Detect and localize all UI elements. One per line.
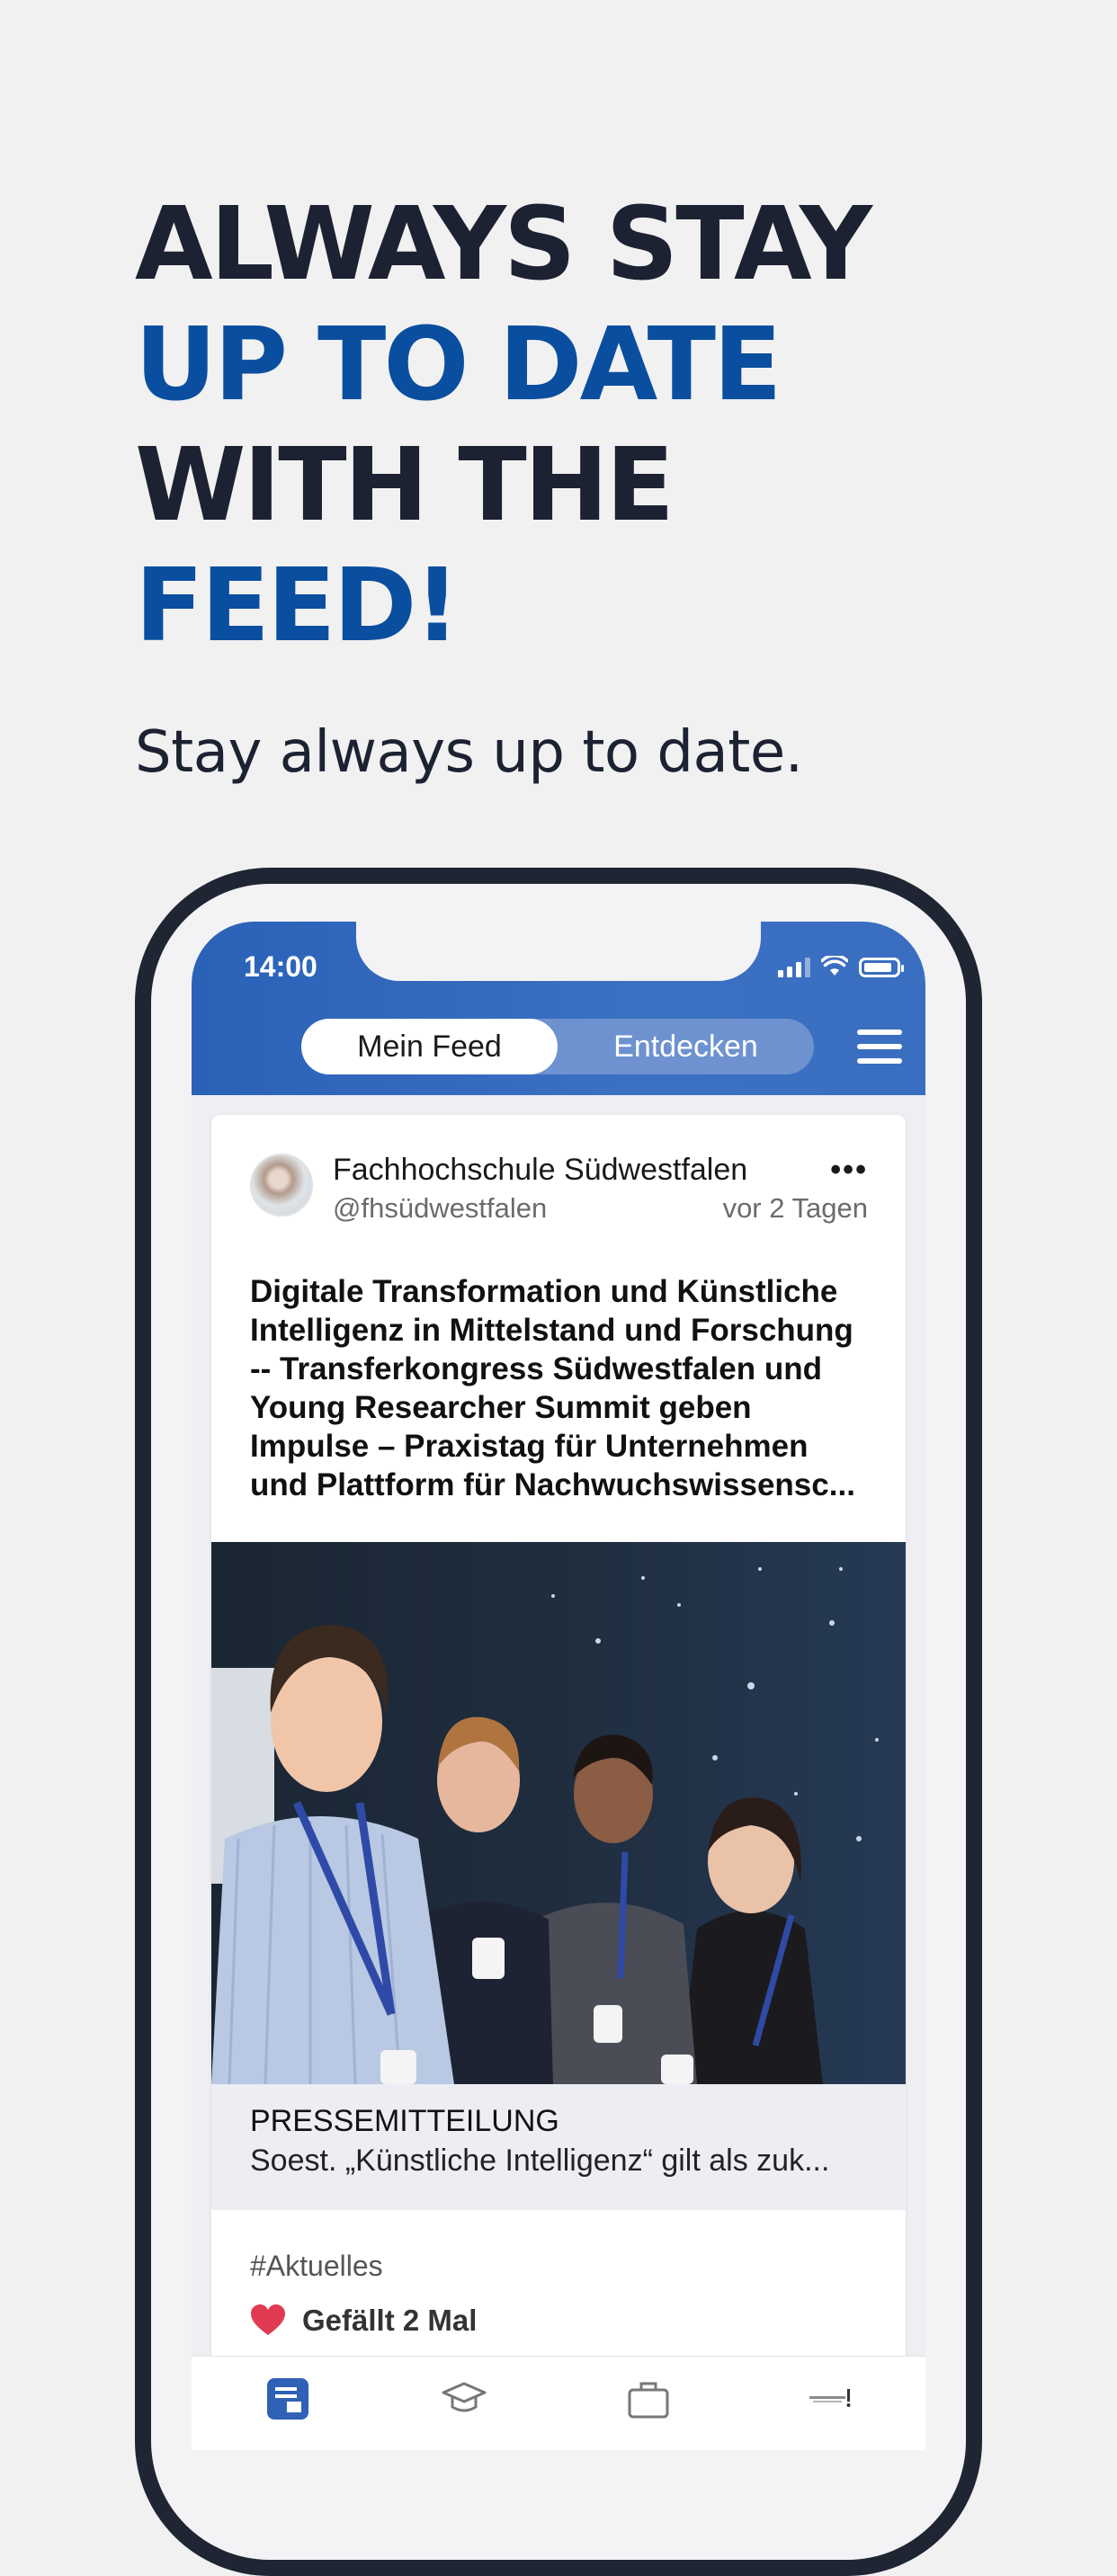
press-tag: PRESSEMITTEILUNG — [250, 2104, 559, 2138]
feed-icon[interactable] — [265, 2376, 310, 2421]
more-options-icon[interactable]: ••• — [830, 1153, 868, 1188]
status-icons — [778, 956, 904, 977]
likes-row: Gefällt 2 Mal — [250, 2304, 477, 2338]
press-section[interactable]: PRESSEMITTEILUNG Soest. „Künstliche Inte… — [211, 2084, 906, 2210]
headline-line-4: FEED! — [135, 548, 460, 664]
headline-line-3: WITH THE — [135, 427, 675, 544]
author-avatar[interactable] — [250, 1154, 313, 1217]
tab-mein-feed[interactable]: Mein Feed — [301, 1019, 558, 1074]
phone-notch — [356, 922, 761, 981]
subtitle: Stay always up to date. — [135, 719, 803, 786]
post-photo[interactable] — [211, 1542, 906, 2084]
status-time: 14:00 — [244, 950, 317, 983]
hamburger-menu-icon[interactable] — [857, 1030, 902, 1064]
headline-line-1: ALWAYS STAY — [135, 186, 872, 303]
app-header: 14:00 Mein Feed Entdecken — [192, 922, 925, 1095]
app-screen: 14:00 Mein Feed Entdecken Fachhochschule… — [192, 922, 925, 2450]
post-title[interactable]: Digitale Transformation und Künstliche I… — [250, 1272, 871, 1504]
logo-icon[interactable] — [808, 2376, 853, 2421]
wifi-icon — [821, 956, 848, 976]
headline-line-2: UP TO DATE — [135, 307, 782, 423]
likes-count: Gefällt 2 Mal — [302, 2304, 478, 2337]
press-excerpt: Soest. „Künstliche Intelligenz“ gilt als… — [250, 2144, 830, 2178]
briefcase-icon[interactable] — [626, 2376, 671, 2421]
headline: ALWAYS STAY UP TO DATE WITH THE FEED! — [135, 184, 872, 666]
post-hashtag[interactable]: #Aktuelles — [250, 2250, 383, 2283]
graduation-cap-icon[interactable] — [442, 2376, 487, 2421]
tab-entdecken[interactable]: Entdecken — [558, 1019, 814, 1074]
feed-tab-switch: Mein Feed Entdecken — [301, 1019, 814, 1074]
bottom-nav — [192, 2356, 925, 2450]
post-author[interactable]: Fachhochschule Südwestfalen — [333, 1153, 747, 1188]
signal-icon — [778, 958, 810, 977]
battery-icon — [859, 958, 904, 977]
post-card[interactable]: Fachhochschule Südwestfalen ••• @fhsüdwe… — [211, 1115, 906, 2450]
heart-icon[interactable] — [250, 2304, 286, 2337]
post-time: vor 2 Tagen — [722, 1192, 868, 1224]
post-handle: @fhsüdwestfalen — [333, 1192, 548, 1224]
